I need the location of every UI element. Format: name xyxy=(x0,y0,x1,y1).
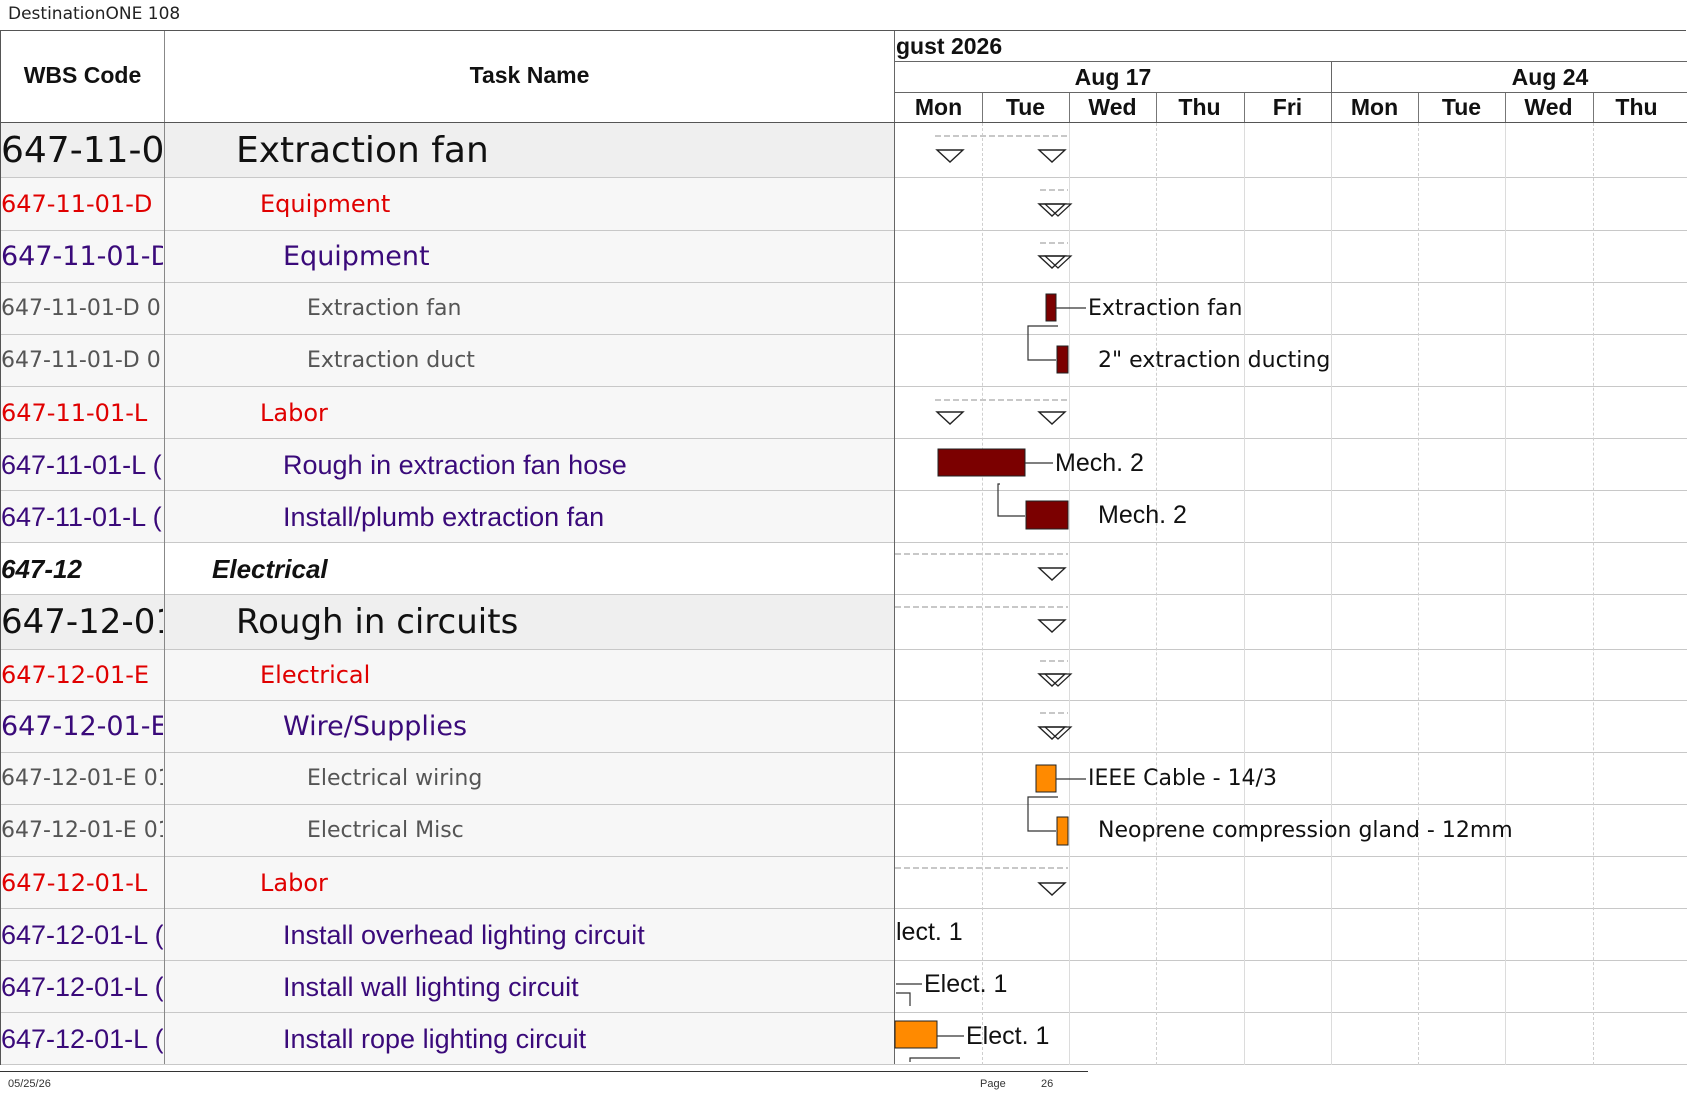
task-bar xyxy=(1035,764,1057,793)
footer-rule xyxy=(0,1071,1088,1072)
dependency-line xyxy=(997,483,1025,517)
summary-marker-icon xyxy=(935,411,965,425)
footer-page-label: Page xyxy=(980,1078,1006,1090)
footer-page-number: 26 xyxy=(1041,1078,1054,1090)
bar-label-extraction-fan: Extraction fan xyxy=(1088,296,1243,321)
dependency-line xyxy=(1027,325,1058,361)
summary-marker-icon xyxy=(1037,149,1067,163)
bar-label-neoprene-gland: Neoprene compression gland - 12mm xyxy=(1098,818,1513,843)
summary-marker-icon xyxy=(1037,567,1067,581)
task-bar xyxy=(1045,293,1057,322)
bar-label-mech-2-b: Mech. 2 xyxy=(1098,501,1187,529)
dependency-line xyxy=(896,992,911,1006)
summary-marker-icon xyxy=(1037,411,1067,425)
dependency-line xyxy=(1027,796,1058,832)
gantt-chart xyxy=(894,135,1086,1062)
summary-marker-icon xyxy=(1037,619,1067,633)
task-bar xyxy=(1056,816,1069,846)
bar-label-ieee-cable: IEEE Cable - 14/3 xyxy=(1088,766,1277,791)
task-bar xyxy=(937,448,1026,477)
task-bar xyxy=(1025,500,1069,530)
bar-label-elect-1-b: Elect. 1 xyxy=(924,970,1008,998)
bar-label-mech-2-a: Mech. 2 xyxy=(1055,449,1144,477)
bar-label-elect-1-c: Elect. 1 xyxy=(966,1022,1050,1050)
footer-date: 05/25/26 xyxy=(8,1078,51,1090)
task-bar xyxy=(1056,345,1069,374)
dependency-line xyxy=(909,1057,960,1062)
bar-label-elect-1-a: lect. 1 xyxy=(896,918,963,946)
task-bar xyxy=(894,1020,938,1049)
bar-label-extraction-ducting: 2" extraction ducting xyxy=(1098,348,1331,373)
summary-marker-icon xyxy=(1037,882,1067,896)
summary-marker-icon xyxy=(935,149,965,163)
